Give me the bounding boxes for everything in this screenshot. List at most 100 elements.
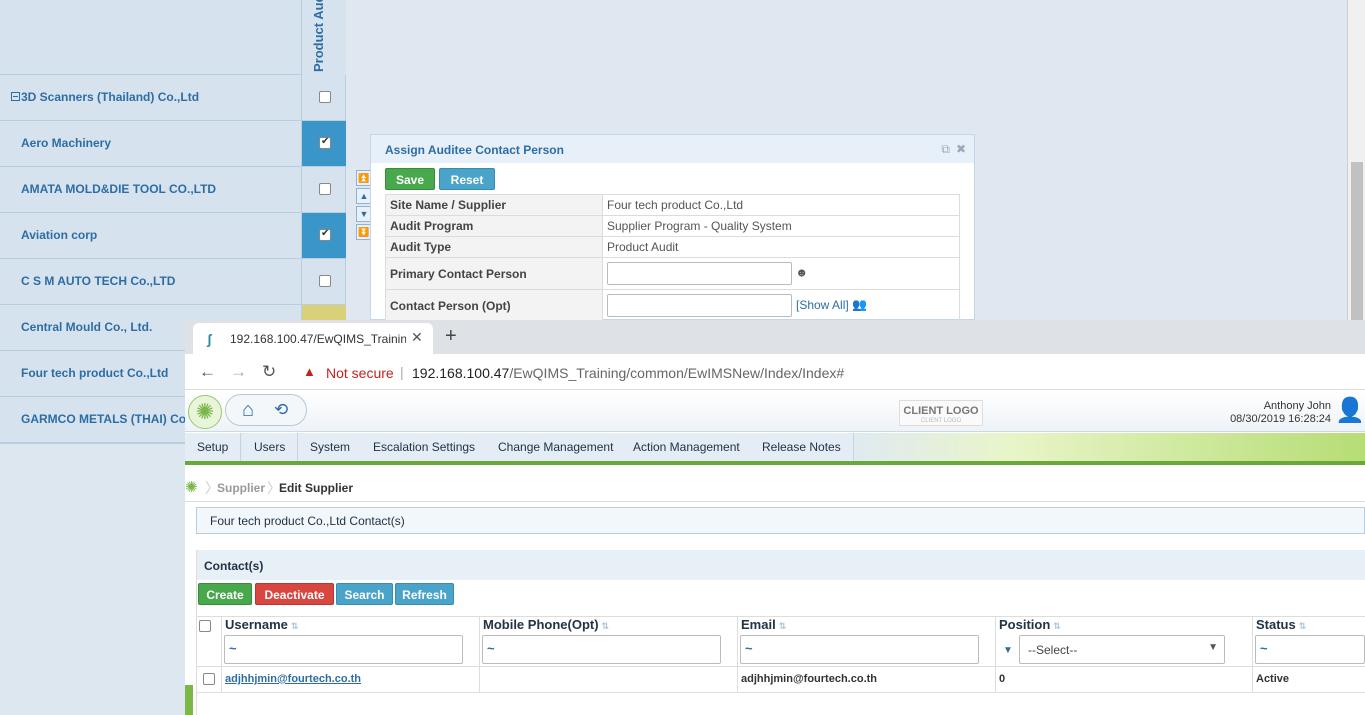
tab-close-icon[interactable]: ✕ (411, 329, 423, 346)
app-logo-icon: ✺ (188, 395, 222, 429)
deactivate-button[interactable]: Deactivate (255, 583, 334, 605)
assign-contact-dialog: Assign Auditee Contact Person ⧉ ✖ Save Re… (370, 134, 975, 322)
field-label: Audit Program (385, 215, 603, 237)
warning-icon: ▲ (303, 364, 316, 379)
close-icon[interactable]: ✖ (956, 142, 966, 156)
sort-icon: ⇅ (601, 621, 610, 631)
column-position[interactable]: Position ⇅ (999, 617, 1061, 632)
header-buttons: ⌂ ⟲ (225, 394, 307, 426)
app-header: ✺ ⌂ ⟲ CLIENT LOGO CLIENT LOGO Anthony Joh… (185, 390, 1365, 432)
filter-funnel-icon[interactable]: ▼ (1003, 645, 1013, 656)
grid-cell (301, 213, 346, 258)
menu-change-management[interactable]: Change Management (486, 433, 627, 461)
grid-column-headers: Username ⇅ Mobile Phone(Opt) ⇅ Email ⇅ Posi… (185, 617, 1365, 634)
address-bar[interactable]: ▲ Not secure | 192.168.100.47/EwQIMS_Tra… (297, 359, 1365, 386)
menu-action-management[interactable]: Action Management (621, 433, 753, 461)
tab-strip: ʃ 192.168.100.47/EwQIMS_Training ✕ + (185, 320, 1365, 354)
column-status[interactable]: Status ⇅ (1256, 617, 1306, 632)
refresh-icon[interactable]: ⟲ (274, 400, 288, 420)
tab-title: 192.168.100.47/EwQIMS_Training (230, 332, 406, 346)
user-avatar-icon[interactable]: 👤 (1335, 396, 1365, 426)
new-tab-icon[interactable]: + (445, 325, 457, 348)
supplier-name: C S M AUTO TECH Co.,LTD (21, 274, 176, 288)
column-header-label: Product Audit (311, 0, 326, 72)
dialog-title: Assign Auditee Contact Person (385, 143, 564, 157)
menu-system[interactable]: System (298, 433, 364, 461)
address-toolbar: ← → ↻ ▲ Not secure | 192.168.100.47/EwQI… (185, 354, 1365, 390)
main-menu: Setup Users System Escalation Settings C… (185, 433, 1365, 465)
status-filter-input[interactable]: ~ (1255, 635, 1365, 664)
refresh-button[interactable]: Refresh (395, 583, 454, 605)
field-value: Product Audit (602, 236, 960, 258)
supplier-name: Aviation corp (21, 228, 98, 242)
dialog-fields: Site Name / Supplier Four tech product Co… (385, 194, 960, 322)
grid-row[interactable]: 3D Scanners (Thailand) Co.,Ltd (0, 75, 346, 121)
grid-row[interactable]: AMATA MOLD&DIE TOOL CO.,LTD (0, 167, 346, 213)
sort-icon: ⇅ (290, 621, 299, 631)
vertical-scrollbar[interactable] (1347, 0, 1365, 320)
forward-icon[interactable]: → (230, 362, 247, 382)
section-title: Contact(s) (204, 559, 264, 573)
breadcrumb-edit-supplier: Edit Supplier (279, 481, 354, 495)
person-picker-icon[interactable]: ☻ (795, 266, 808, 280)
email-filter-input[interactable]: ~ (740, 635, 979, 664)
breadcrumb: ✺ 〉 Supplier 〉 Edit Supplier (185, 472, 1365, 502)
breadcrumb-supplier[interactable]: Supplier (217, 481, 265, 495)
row-checkbox[interactable] (319, 275, 331, 287)
supplier-name: AMATA MOLD&DIE TOOL CO.,LTD (21, 182, 217, 196)
menu-release-notes[interactable]: Release Notes (750, 433, 854, 461)
contact-panel-header[interactable]: Four tech product Co.,Ltd Contact(s) (196, 507, 1365, 534)
chevron-down-icon: ▼ (1208, 642, 1218, 653)
back-icon[interactable]: ← (199, 362, 216, 382)
save-button[interactable]: Save (385, 168, 435, 190)
field-label: Primary Contact Person (385, 257, 603, 290)
browser-tab[interactable]: ʃ 192.168.100.47/EwQIMS_Training ✕ (193, 323, 433, 354)
supplier-name: Central Mould Co., Ltd. (21, 320, 153, 334)
supplier-name: 3D Scanners (Thailand) Co.,Ltd (21, 90, 200, 104)
column-mobile-phone[interactable]: Mobile Phone(Opt) ⇅ (483, 617, 609, 632)
grid-row[interactable]: Aviation corp (0, 213, 346, 259)
menu-setup[interactable]: Setup (185, 433, 242, 461)
grid-cell (301, 75, 346, 120)
sort-icon: ⇅ (1053, 621, 1061, 631)
optional-contact-input[interactable] (607, 294, 792, 317)
popout-icon[interactable]: ⧉ (941, 142, 950, 156)
column-username[interactable]: Username ⇅ (225, 617, 298, 632)
grid-row[interactable]: Aero Machinery (0, 121, 346, 167)
row-checkbox[interactable] (319, 136, 331, 149)
left-accent-strip (185, 685, 193, 715)
row-checkbox[interactable] (319, 91, 331, 103)
primary-contact-input[interactable] (607, 262, 792, 285)
breadcrumb-home-icon[interactable]: ✺ (185, 478, 198, 496)
column-email[interactable]: Email ⇅ (741, 617, 786, 632)
row-checkbox[interactable] (319, 228, 331, 241)
supplier-name: Four tech product Co.,Ltd (21, 366, 169, 380)
position-cell: 0 (999, 673, 1006, 685)
product-audit-column-header[interactable]: Product Audit (301, 0, 346, 75)
email-cell: adjhhjmin@fourtech.co.th (741, 673, 878, 685)
position-filter-select[interactable]: --Select-- ▼ (1019, 635, 1225, 664)
row-checkbox[interactable] (203, 673, 215, 685)
sort-icon: ⇅ (1298, 621, 1307, 631)
not-secure-label: Not secure (326, 365, 394, 381)
url-path: /EwQIMS_Training/common/EwIMSNew/Index/I… (509, 365, 845, 381)
menu-escalation-settings[interactable]: Escalation Settings (361, 433, 489, 461)
grid-header: Product Audit (0, 0, 346, 75)
grid-row[interactable]: C S M AUTO TECH Co.,LTD (0, 259, 346, 305)
home-icon[interactable]: ⌂ (242, 399, 254, 422)
username-link[interactable]: adjhhjmin@fourtech.co.th (225, 673, 361, 685)
contact-panel-title: Four tech product Co.,Ltd Contact(s) (210, 514, 405, 528)
collapse-icon[interactable] (11, 92, 20, 101)
menu-users[interactable]: Users (242, 433, 299, 461)
scrollbar-thumb[interactable] (1351, 162, 1363, 320)
create-button[interactable]: Create (198, 583, 252, 605)
mobile-filter-input[interactable]: ~ (482, 635, 721, 664)
users-picker-icon[interactable]: 👥 (852, 298, 867, 312)
row-checkbox[interactable] (319, 183, 331, 195)
search-button[interactable]: Search (336, 583, 393, 605)
username-filter-input[interactable]: ~ (224, 635, 463, 664)
show-all-link[interactable]: [Show All] (796, 298, 849, 312)
reset-button[interactable]: Reset (439, 168, 495, 190)
grid-cell (301, 259, 346, 304)
reload-icon[interactable]: ↻ (262, 362, 276, 382)
